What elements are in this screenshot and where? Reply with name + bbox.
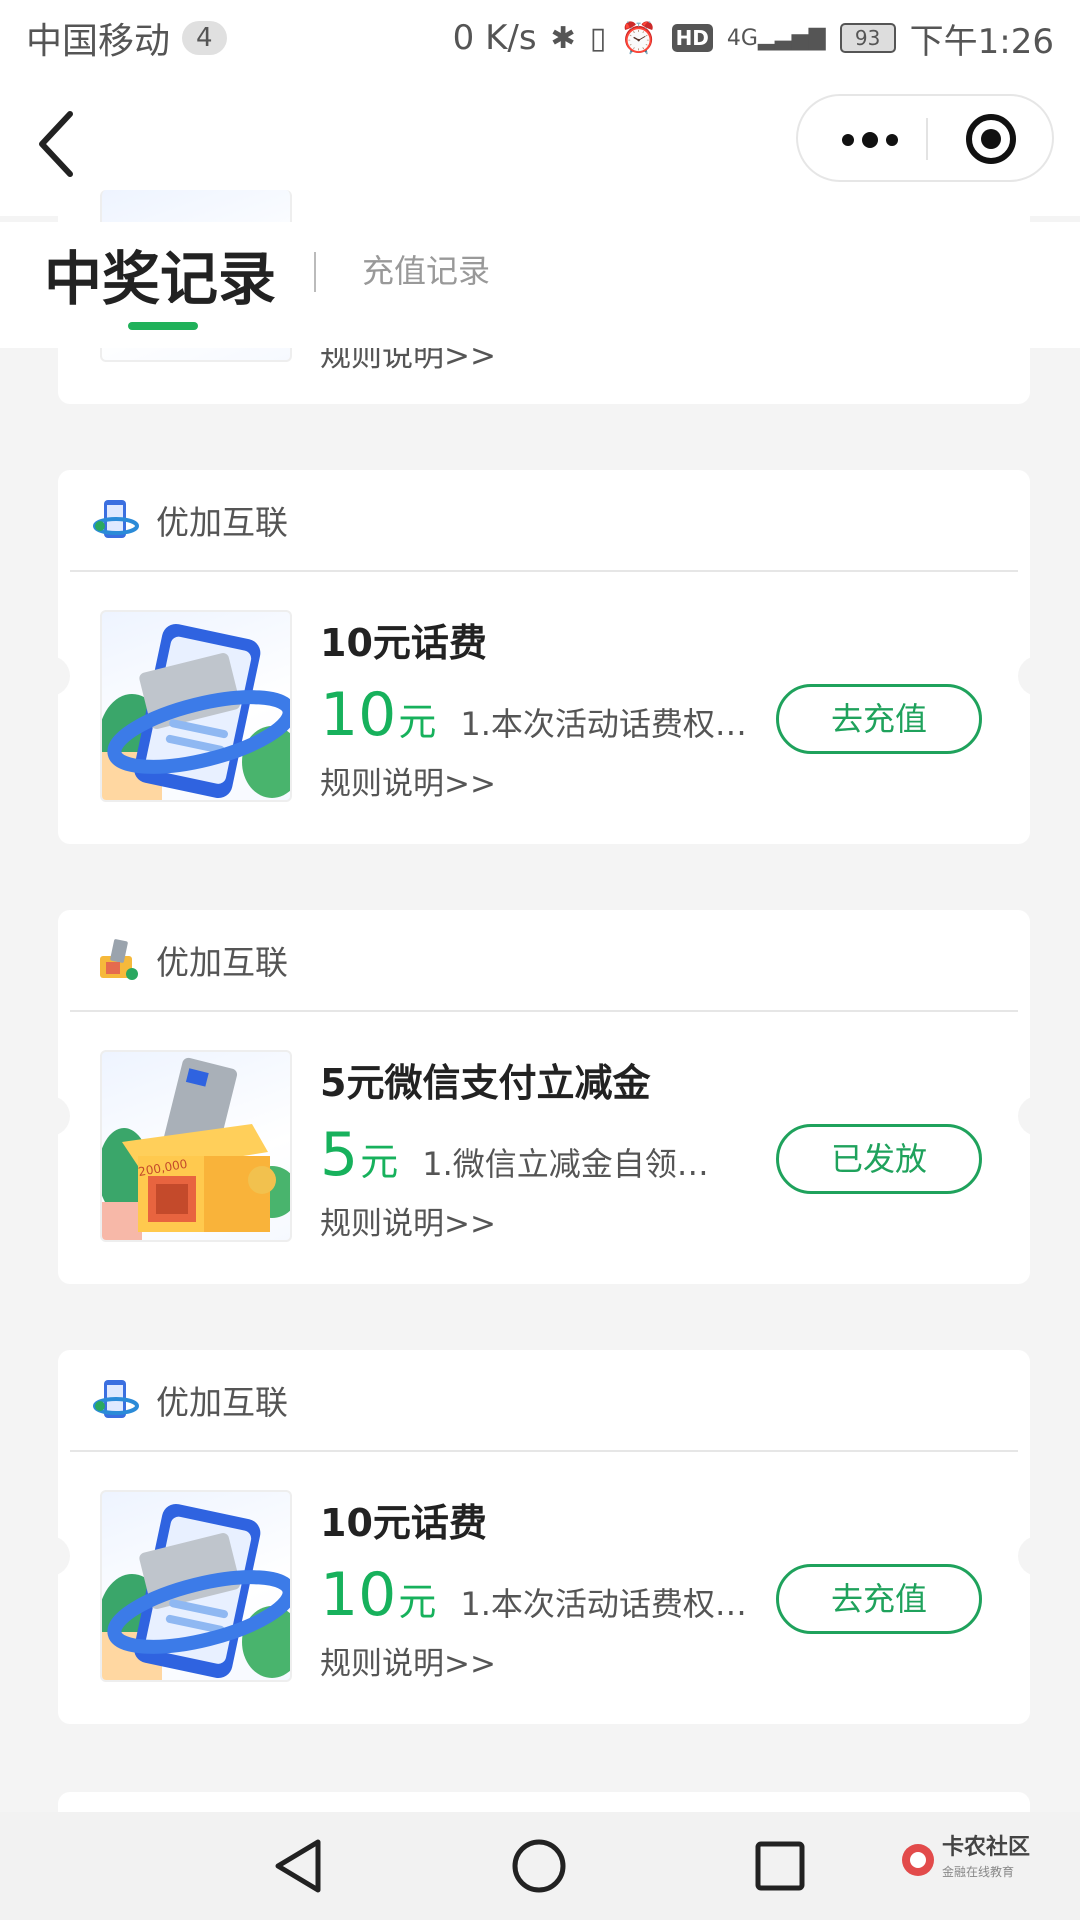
prize-description: 1.微信立减金自领… xyxy=(422,1145,709,1183)
tab-recharge-records[interactable]: 充值记录 xyxy=(362,246,490,292)
hd-icon: HD xyxy=(671,24,713,52)
chevron-left-icon xyxy=(39,111,73,177)
prize-unit: 元 xyxy=(360,1140,399,1184)
battery-level: 93 xyxy=(839,23,896,53)
close-miniprogram-button[interactable] xyxy=(966,114,1016,164)
notification-count-badge: 4 xyxy=(182,21,227,55)
record-card: 优加互联 10元话费 10 元 1.本次活动话费权… 规则说明>> 去充值 xyxy=(46,1350,1042,1724)
network-type: 4G xyxy=(726,25,758,51)
circle-home-icon xyxy=(512,1839,566,1893)
watermark: 卡农社区 金融在线教育 xyxy=(900,1836,1030,1884)
tab-divider xyxy=(314,252,316,292)
rules-link[interactable]: 规则说明>> xyxy=(320,1198,496,1243)
prize-amount: 5 xyxy=(320,1120,359,1190)
status-bar: 中国移动 4 0 K/s ✱ ▯ ⏰ HD 4G▂▃▅▇ 93 下午1:26 xyxy=(0,0,1080,76)
prize-title: 10元话费 xyxy=(320,1501,487,1545)
system-back-button[interactable] xyxy=(264,1836,334,1896)
issued-button[interactable]: 已发放 xyxy=(776,1124,982,1194)
tab-winning-records[interactable]: 中奖记录 xyxy=(44,232,276,316)
merchant-name: 优加互联 xyxy=(156,1383,288,1422)
recharge-button[interactable]: 去充值 xyxy=(776,1564,982,1634)
prize-amount: 10 xyxy=(320,1560,397,1630)
prize-title: 5元微信支付立减金 xyxy=(320,1061,651,1105)
square-recents-icon xyxy=(755,1841,805,1891)
phone-card-icon xyxy=(100,1490,292,1682)
system-recents-button[interactable] xyxy=(744,1836,814,1896)
clock: 下午1:26 xyxy=(909,21,1054,62)
rules-link[interactable]: 规则说明>> xyxy=(320,1638,496,1683)
prize-amount-row: 10 元 1.本次活动话费权… xyxy=(320,1560,747,1630)
carrier-name: 中国移动 xyxy=(26,21,171,62)
prize-amount-row: 5 元 1.微信立减金自领… xyxy=(320,1120,709,1190)
active-tab-indicator xyxy=(128,322,198,330)
phone-card-icon xyxy=(100,610,292,802)
merchant-logo-icon xyxy=(93,500,139,538)
prize-unit: 元 xyxy=(398,1580,437,1624)
watermark-slogan: 金融在线教育 xyxy=(942,1865,1015,1879)
more-dots-icon xyxy=(842,134,854,146)
prize-amount-row: 10 元 1.本次活动话费权… xyxy=(320,680,747,750)
signal-icon: 4G▂▃▅▇ xyxy=(726,25,826,51)
prize-description: 1.本次活动话费权… xyxy=(460,705,747,743)
system-navigation-bar: 卡农社区 金融在线教育 xyxy=(0,1812,1080,1920)
record-card: 优加互联 10元话费 10 元 1.本次活动话费权… 规则说明>> 去充值 xyxy=(46,470,1042,844)
vibrate-icon: ▯ xyxy=(589,20,607,56)
back-button[interactable] xyxy=(28,104,92,184)
miniprogram-capsule xyxy=(796,94,1054,182)
system-home-button[interactable] xyxy=(504,1836,574,1896)
gift-box-icon: 200,000 xyxy=(100,1050,292,1242)
merchant-name: 优加互联 xyxy=(156,943,288,982)
bluetooth-icon: ✱ xyxy=(550,20,576,56)
merchant-row: 优加互联 xyxy=(70,470,1018,572)
prize-unit: 元 xyxy=(398,700,437,744)
prize-description: 1.本次活动话费权… xyxy=(460,1585,747,1623)
merchant-row: 优加互联 xyxy=(70,1350,1018,1452)
prize-amount: 10 xyxy=(320,680,397,750)
network-speed: 0 K/s xyxy=(452,18,537,58)
merchant-row: 优加互联 xyxy=(70,910,1018,1012)
more-options-button[interactable] xyxy=(828,96,918,180)
triangle-back-icon xyxy=(275,1839,321,1893)
watermark-logo-icon xyxy=(902,1844,934,1876)
recharge-button[interactable]: 去充值 xyxy=(776,684,982,754)
tabs-header: 中奖记录 充值记录 xyxy=(0,222,1080,348)
merchant-name: 优加互联 xyxy=(156,503,288,542)
prize-title: 10元话费 xyxy=(320,621,487,665)
rules-link[interactable]: 规则说明>> xyxy=(320,758,496,803)
alarm-icon: ⏰ xyxy=(620,20,658,56)
watermark-name: 卡农社区 xyxy=(942,1835,1031,1860)
record-card: 优加互联 200,000 5元微信支付立减金 5 元 1.微信立减金自领… 规则… xyxy=(46,910,1042,1284)
merchant-logo-icon xyxy=(100,939,138,980)
merchant-logo-icon xyxy=(93,1380,139,1418)
